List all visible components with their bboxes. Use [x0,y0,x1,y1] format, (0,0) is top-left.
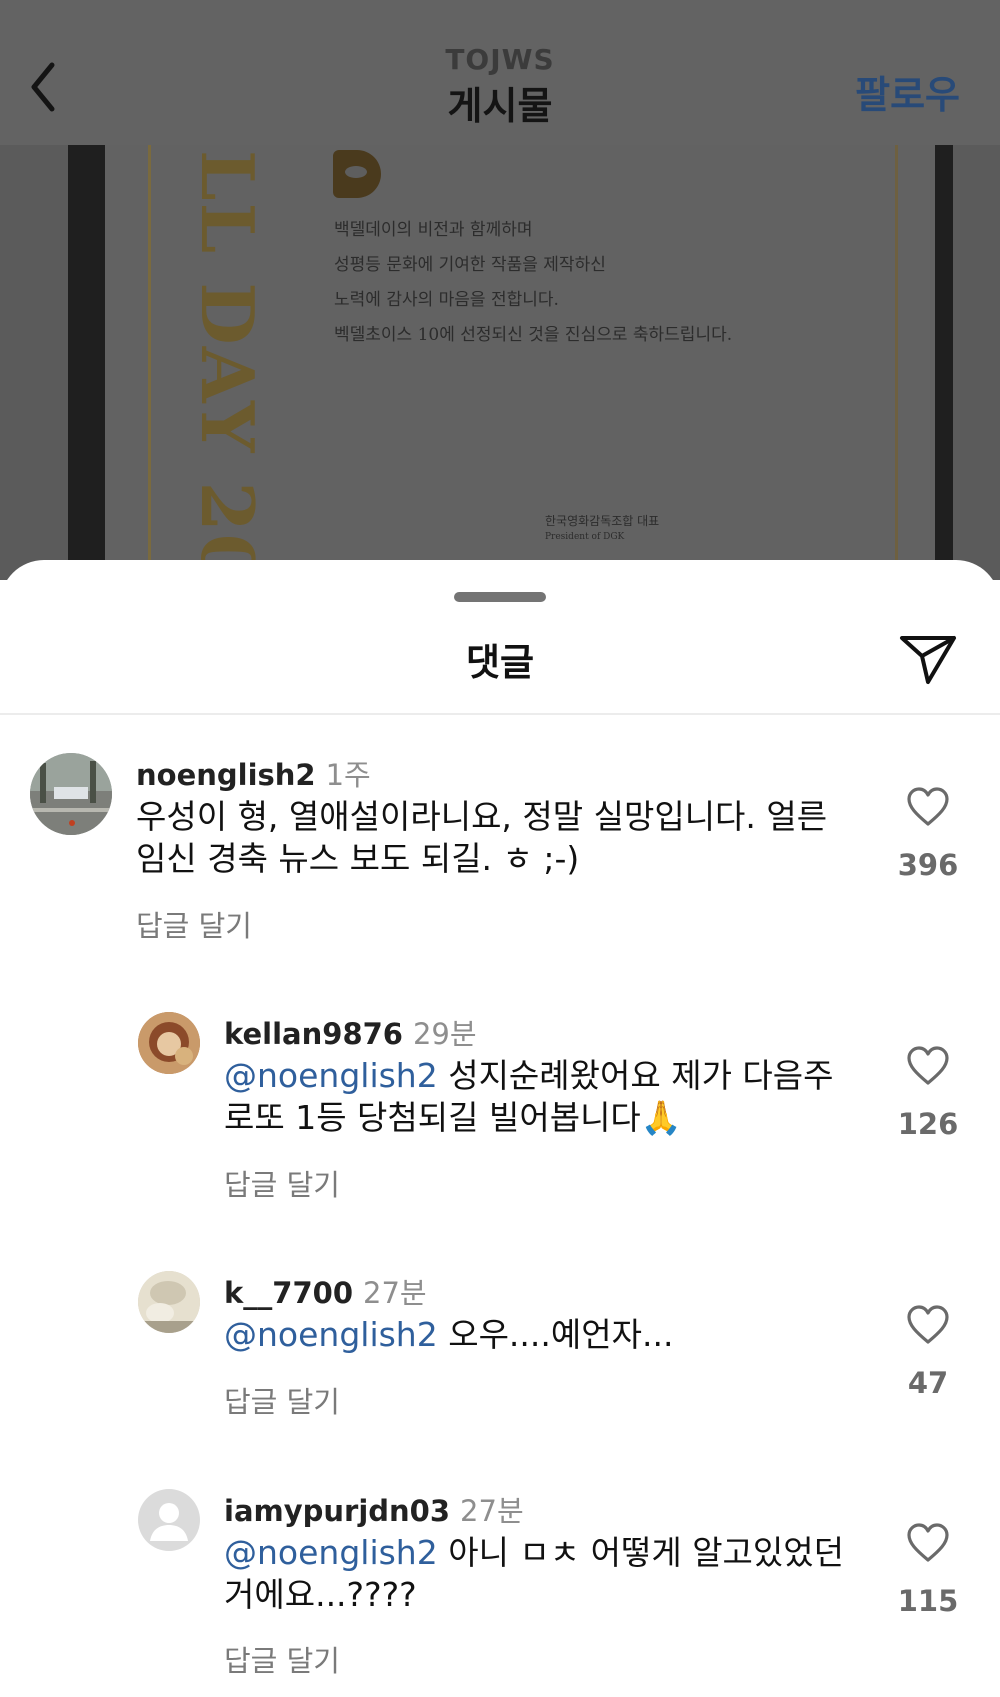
comments-sheet: 댓글 noenglish2 1주 우성이 형, 열애설이라니요, 정말 실망입니다… [0,560,1000,1697]
certificate-line: 성평등 문화에 기여한 작품을 제작하신 [334,255,606,275]
comment-text: @noenglish2 성지순례왔어요 제가 다음주 로또 1등 당첨되길 빌어… [224,1055,834,1139]
page-title: 게시물 [447,84,553,128]
mention-link[interactable]: @noenglish2 [224,1315,438,1354]
certificate-line: 벡델초이스 10에 선정되신 것을 진심으로 축하드립니다. [334,325,733,345]
comment-line: 오우....예언자... [437,1315,674,1354]
like-count: 115 [897,1584,959,1618]
comment-time: 27분 [363,1276,427,1310]
heart-icon[interactable] [906,1305,950,1345]
avatar[interactable] [30,753,112,835]
comment-username[interactable]: iamypurjdn03 [224,1494,450,1528]
heart-icon[interactable] [906,1523,950,1563]
comment-time: 27분 [460,1494,524,1528]
signature-en: President of DGK [545,532,625,542]
certificate-vertical-title: LL DAY 202 [185,150,270,580]
comment-text: @noenglish2 아니 ㅁㅊ 어떻게 알고있었던 거에요...???? [224,1532,844,1616]
reply-button[interactable]: 답글 달기 [224,1638,340,1680]
comment-line: 로또 1등 당첨되길 빌어봅니다🙏 [224,1098,682,1137]
avatar-photo [30,753,112,835]
like-count: 126 [897,1107,959,1141]
reply-button[interactable]: 답글 달기 [224,1379,340,1421]
comment-line: 임신 경축 뉴스 보도 되길. ㅎ ;-) [136,839,580,878]
comment-meta: k__7700 27분 [224,1270,427,1312]
avatar[interactable] [138,1271,200,1333]
heart-icon[interactable] [906,787,950,827]
signature-ko: 한국영화감독조합 대표 [545,514,660,528]
like-count: 47 [907,1366,949,1400]
comment-text: @noenglish2 오우....예언자... [224,1314,673,1356]
certificate-line: 백델데이의 비전과 함께하며 [334,220,533,240]
comment-username[interactable]: kellan9876 [224,1017,403,1051]
divider [0,713,1000,715]
mention-link[interactable]: @noenglish2 [224,1533,438,1572]
follow-button[interactable]: 팔로우 [855,64,960,119]
certificate-logo-icon [333,150,381,198]
top-bar: TOJWS 게시물 팔로우 [0,0,1000,145]
certificate-border-right [895,145,898,580]
comment-time: 1주 [325,758,371,792]
mention-link[interactable]: @noenglish2 [224,1056,438,1095]
share-icon[interactable] [898,630,958,686]
comment-line: 성지순례왔어요 제가 다음주 [437,1056,834,1095]
comment-meta: kellan9876 29분 [224,1011,477,1053]
comment-text: 우성이 형, 열애설이라니요, 정말 실망입니다. 얼른 임신 경축 뉴스 보도… [136,796,827,880]
reply-button[interactable]: 답글 달기 [224,1162,340,1204]
comment-line: 우성이 형, 열애설이라니요, 정말 실망입니다. 얼른 [136,797,828,836]
sheet-title: 댓글 [465,641,535,684]
reply-button[interactable]: 답글 달기 [136,903,252,945]
avatar-photo [138,1012,200,1074]
certificate-line: 노력에 감사의 마음을 전합니다. [334,290,559,310]
like-count: 396 [897,848,959,882]
comment-line: 아니 ㅁㅊ 어떻게 알고있었던 [437,1533,844,1572]
comment-time: 29분 [412,1017,477,1051]
avatar-photo [138,1271,200,1333]
default-avatar-icon[interactable] [138,1489,200,1551]
comment-username[interactable]: k__7700 [224,1276,353,1310]
comment-line: 거에요...???? [224,1575,417,1614]
heart-icon[interactable] [906,1046,950,1086]
account-name[interactable]: TOJWS [0,43,1000,76]
avatar[interactable] [138,1012,200,1074]
certificate-border-left [148,145,151,580]
drag-handle[interactable] [454,592,546,602]
certificate-text: 백델데이의 비전과 함께하며 성평등 문화에 기여한 작품을 제작하신 노력에 … [334,213,732,353]
certificate-signature: 한국영화감독조합 대표 President of DGK [545,513,659,545]
comment-meta: noenglish2 1주 [136,752,371,794]
comment-username[interactable]: noenglish2 [136,758,316,792]
comment-meta: iamypurjdn03 27분 [224,1488,524,1530]
avatar-silhouette [150,1503,188,1541]
